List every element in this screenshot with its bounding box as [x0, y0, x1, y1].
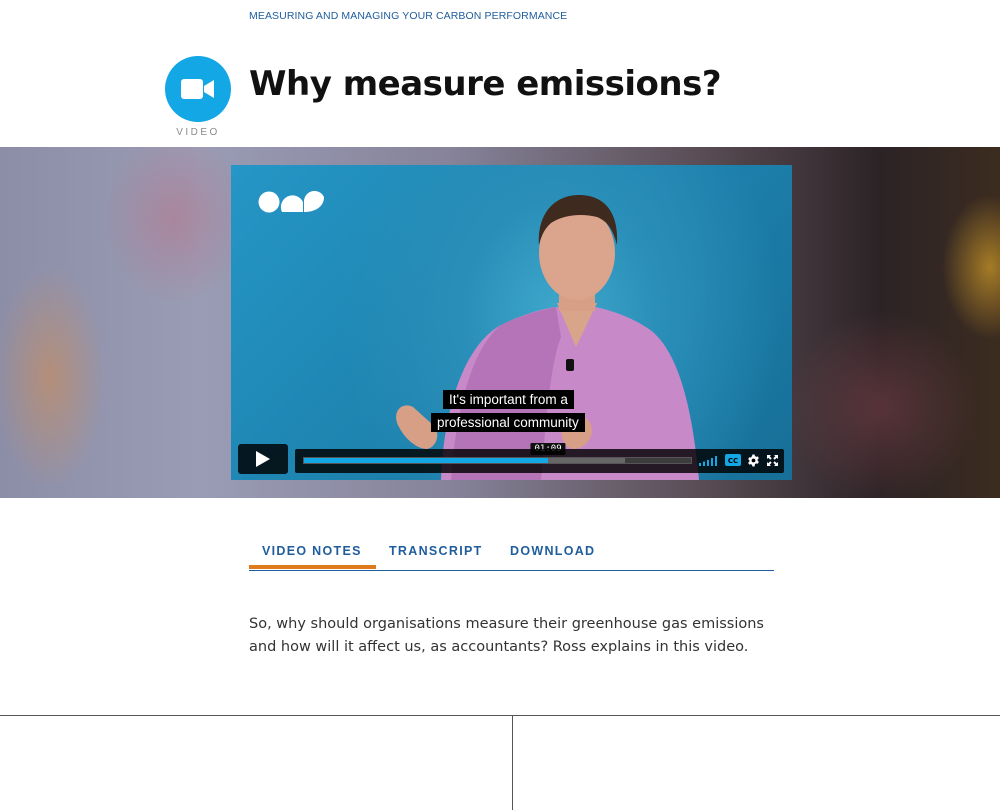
settings-icon[interactable]	[747, 454, 760, 467]
breadcrumb[interactable]: MEASURING AND MANAGING YOUR CARBON PERFO…	[249, 10, 567, 22]
speaker-figure	[396, 195, 699, 480]
caption-line-2: professional community	[431, 413, 585, 432]
play-button[interactable]	[238, 444, 288, 474]
page-title: Why measure emissions?	[249, 64, 722, 104]
svg-text:CC: CC	[728, 457, 738, 465]
progress-bar[interactable]	[303, 457, 692, 464]
column-divider	[512, 715, 513, 810]
content-tabs: VIDEO NOTES TRANSCRIPT DOWNLOAD	[249, 540, 774, 571]
video-background: It's important from a professional commu…	[0, 147, 1000, 498]
section-divider	[0, 715, 1000, 716]
tab-transcript[interactable]: TRANSCRIPT	[389, 544, 483, 558]
brand-logo	[258, 191, 324, 213]
fullscreen-icon[interactable]	[767, 455, 778, 466]
video-camera-icon	[181, 79, 214, 99]
tab-video-notes[interactable]: VIDEO NOTES	[249, 544, 376, 569]
video-notes-text: So, why should organisations measure the…	[249, 616, 764, 655]
caption-line-1: It's important from a	[443, 390, 574, 409]
progress-played	[304, 458, 548, 463]
tab-download[interactable]: DOWNLOAD	[510, 544, 595, 558]
badge-label: VIDEO	[176, 127, 220, 138]
video-player[interactable]: It's important from a professional commu…	[231, 165, 792, 480]
volume-icon[interactable]	[699, 456, 717, 466]
play-icon	[256, 451, 270, 467]
video-badge	[165, 56, 231, 122]
control-bar: CC	[295, 449, 784, 473]
cc-icon[interactable]: CC	[725, 454, 741, 466]
